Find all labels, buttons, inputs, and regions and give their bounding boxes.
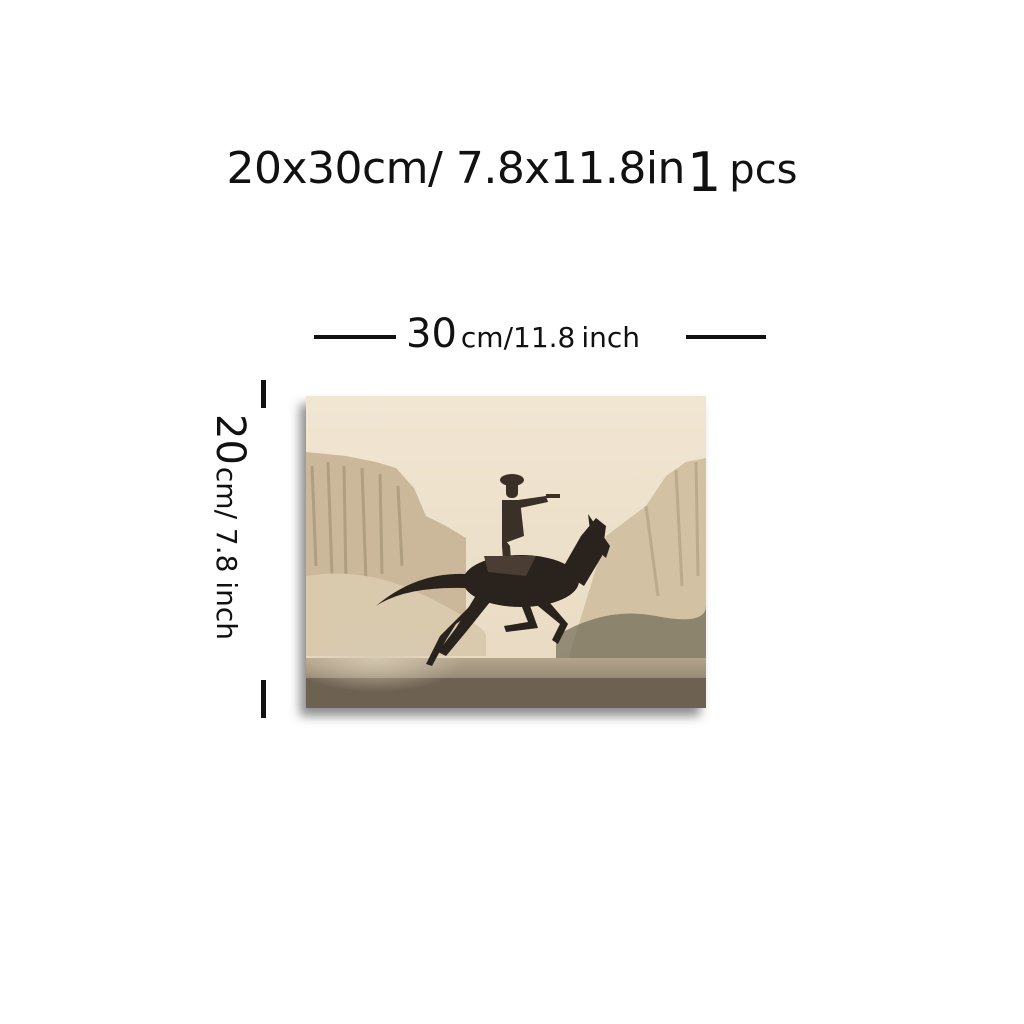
height-dimension: 20cm/ 7.8 inch <box>207 414 272 664</box>
size-headline: 20x30cm/ 7.8x11.8in1 pcs <box>0 138 1024 200</box>
width-label: 30 cm/11.8 inch <box>406 314 640 354</box>
cowboy-horse-canvas-image <box>306 396 706 708</box>
width-unit-inch: inch <box>581 321 641 354</box>
height-line-bottom <box>261 680 266 718</box>
quantity-unit: pcs <box>729 147 798 193</box>
width-value-inch: 11.8 <box>513 321 576 354</box>
height-label: 20cm/ 7.8 inch <box>207 414 253 641</box>
quantity-number: 1 <box>686 141 722 204</box>
height-unit: cm/ 7.8 inch <box>210 466 243 641</box>
height-value: 20 <box>207 414 253 465</box>
size-text: 20x30cm/ 7.8x11.8in <box>226 143 685 194</box>
width-line-right <box>686 335 766 339</box>
width-dimension: 30 cm/11.8 inch <box>314 314 766 362</box>
product-photo <box>306 396 706 708</box>
width-line-left <box>314 335 396 339</box>
width-value: 30 <box>406 311 457 357</box>
height-line-top <box>261 380 266 408</box>
product-size-page: 20x30cm/ 7.8x11.8in1 pcs 30 cm/11.8 inch 20… <box>0 0 1024 1024</box>
width-unit: cm/ <box>460 321 514 354</box>
